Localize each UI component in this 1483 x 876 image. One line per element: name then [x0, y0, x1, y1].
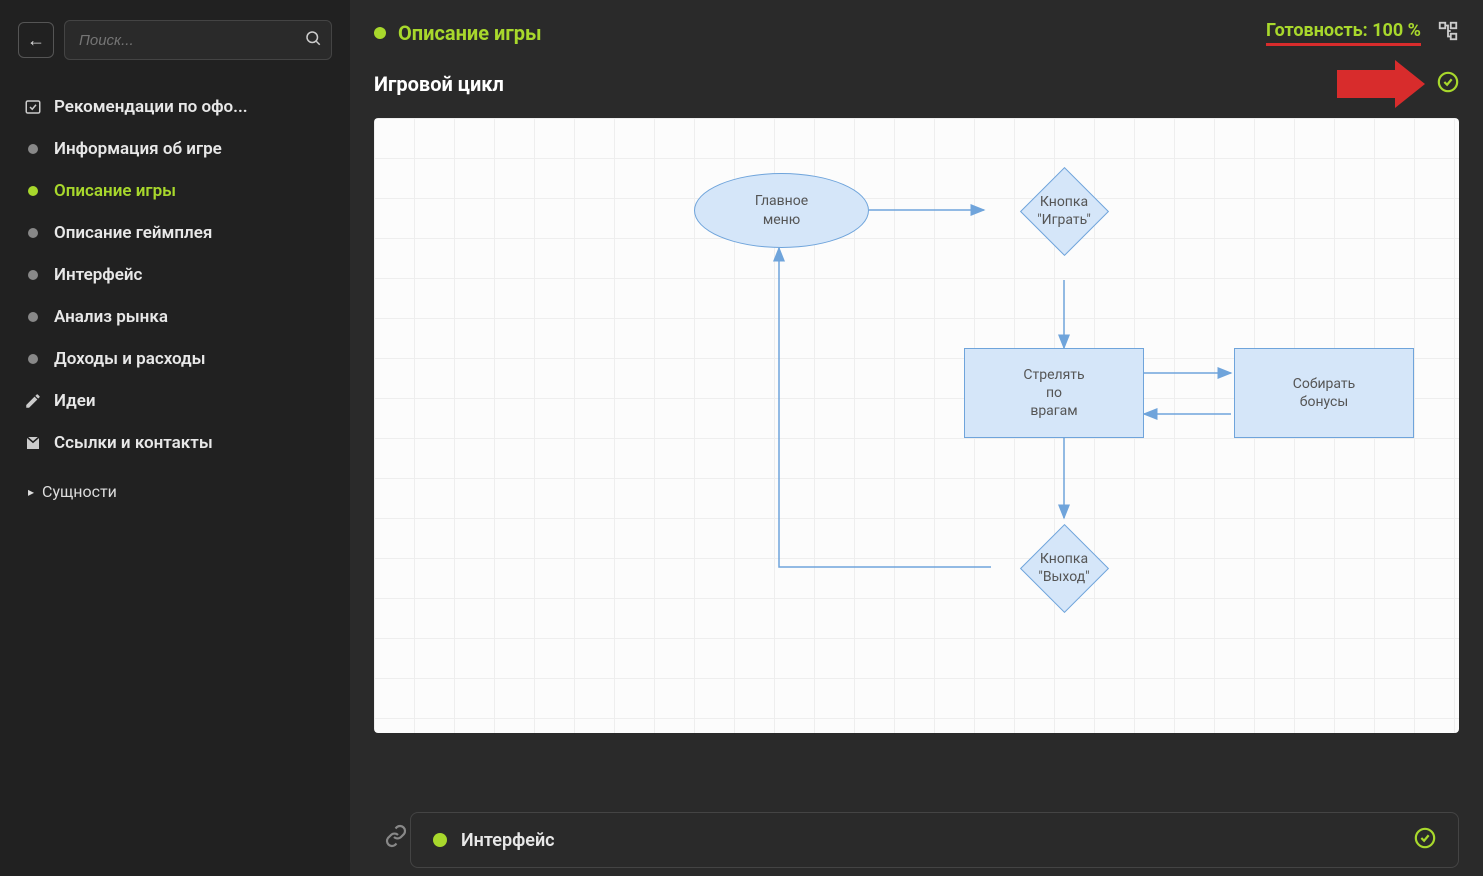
dot-icon	[24, 308, 42, 326]
annotation-arrow-icon	[1337, 64, 1427, 104]
sidebar-item-label: Описание игры	[54, 181, 176, 201]
flowchart-node-collect[interactable]: Собиратьбонусы	[1234, 348, 1414, 438]
header-left: Описание игры	[374, 21, 542, 45]
chevron-right-icon: ▸	[28, 485, 34, 499]
search-wrap	[64, 20, 332, 60]
search-icon	[304, 29, 322, 51]
sidebar-item-label: Рекомендации по офо...	[54, 97, 248, 117]
header-right: Готовность: 100 %	[1266, 20, 1459, 46]
dot-icon	[24, 224, 42, 242]
page-title: Описание игры	[398, 21, 542, 45]
sidebar-item-label: Интерфейс	[54, 265, 142, 285]
sidebar-item-label: Описание геймплея	[54, 223, 212, 243]
readiness-label: Готовность: 100 %	[1266, 20, 1421, 46]
next-section-title: Интерфейс	[461, 830, 555, 851]
sidebar-item-label: Идеи	[54, 391, 96, 411]
sidebar-item-label: Доходы и расходы	[54, 349, 206, 369]
dot-icon	[24, 140, 42, 158]
flowchart-node-main_menu[interactable]: Главноеменю	[694, 173, 869, 248]
page-header: Описание игры Готовность: 100 %	[374, 20, 1459, 46]
link-icon[interactable]	[374, 814, 418, 862]
flowchart-node-exit_btn[interactable]: Кнопка"Выход"	[1004, 523, 1124, 613]
sidebar-item-1[interactable]: Информация об игре	[10, 128, 340, 170]
sidebar-item-4[interactable]: Интерфейс	[10, 254, 340, 296]
sidebar-item-3[interactable]: Описание геймплея	[10, 212, 340, 254]
sidebar-item-2[interactable]: Описание игры	[10, 170, 340, 212]
dot-icon	[24, 350, 42, 368]
tree-view-icon[interactable]	[1437, 20, 1459, 46]
footer-left: Интерфейс	[433, 830, 555, 851]
section-header: Игровой цикл	[374, 64, 1459, 104]
flowchart-diagram[interactable]: Главноеменю Кнопка"Играть" Стрелятьповрага…	[374, 118, 1459, 733]
check-icon	[24, 98, 42, 116]
mail-icon	[24, 434, 42, 452]
check-circle-icon[interactable]	[1437, 71, 1459, 97]
search-input[interactable]	[64, 20, 332, 60]
sidebar-item-7[interactable]: Идеи	[10, 380, 340, 422]
next-section-strip[interactable]: Интерфейс	[410, 812, 1459, 868]
sidebar-sub-section[interactable]: ▸ Сущности	[10, 472, 340, 509]
section-title: Игровой цикл	[374, 72, 504, 96]
sidebar-nav: Рекомендации по офо... Информация об игре…	[10, 86, 340, 464]
dot-icon	[24, 182, 42, 200]
sidebar-item-6[interactable]: Доходы и расходы	[10, 338, 340, 380]
flowchart-node-play_btn[interactable]: Кнопка"Играть"	[1004, 166, 1124, 256]
footer-wrap: Интерфейс	[374, 800, 1459, 876]
diagram-container: Главноеменю Кнопка"Играть" Стрелятьповрага…	[374, 118, 1459, 800]
sidebar-item-5[interactable]: Анализ рынка	[10, 296, 340, 338]
sidebar-item-label: Информация об игре	[54, 139, 222, 159]
status-dot-icon	[433, 833, 447, 847]
sidebar: ← Рекомендации по офо... Информация об иг…	[0, 0, 350, 876]
sub-section-label: Сущности	[42, 482, 117, 501]
flowchart-edge	[779, 248, 991, 567]
flowchart-node-shoot[interactable]: Стрелятьповрагам	[964, 348, 1144, 438]
sidebar-item-0[interactable]: Рекомендации по офо...	[10, 86, 340, 128]
check-circle-icon	[1414, 827, 1436, 853]
section-actions	[1337, 64, 1459, 104]
back-button[interactable]: ←	[18, 22, 54, 58]
sidebar-item-8[interactable]: Ссылки и контакты	[10, 422, 340, 464]
sidebar-top: ←	[10, 20, 340, 60]
pencil-icon	[24, 392, 42, 410]
status-dot-icon	[374, 27, 386, 39]
dot-icon	[24, 266, 42, 284]
main-content: Описание игры Готовность: 100 % Игровой …	[350, 0, 1483, 876]
sidebar-item-label: Анализ рынка	[54, 307, 168, 327]
sidebar-item-label: Ссылки и контакты	[54, 433, 213, 453]
arrow-left-icon: ←	[27, 30, 45, 51]
